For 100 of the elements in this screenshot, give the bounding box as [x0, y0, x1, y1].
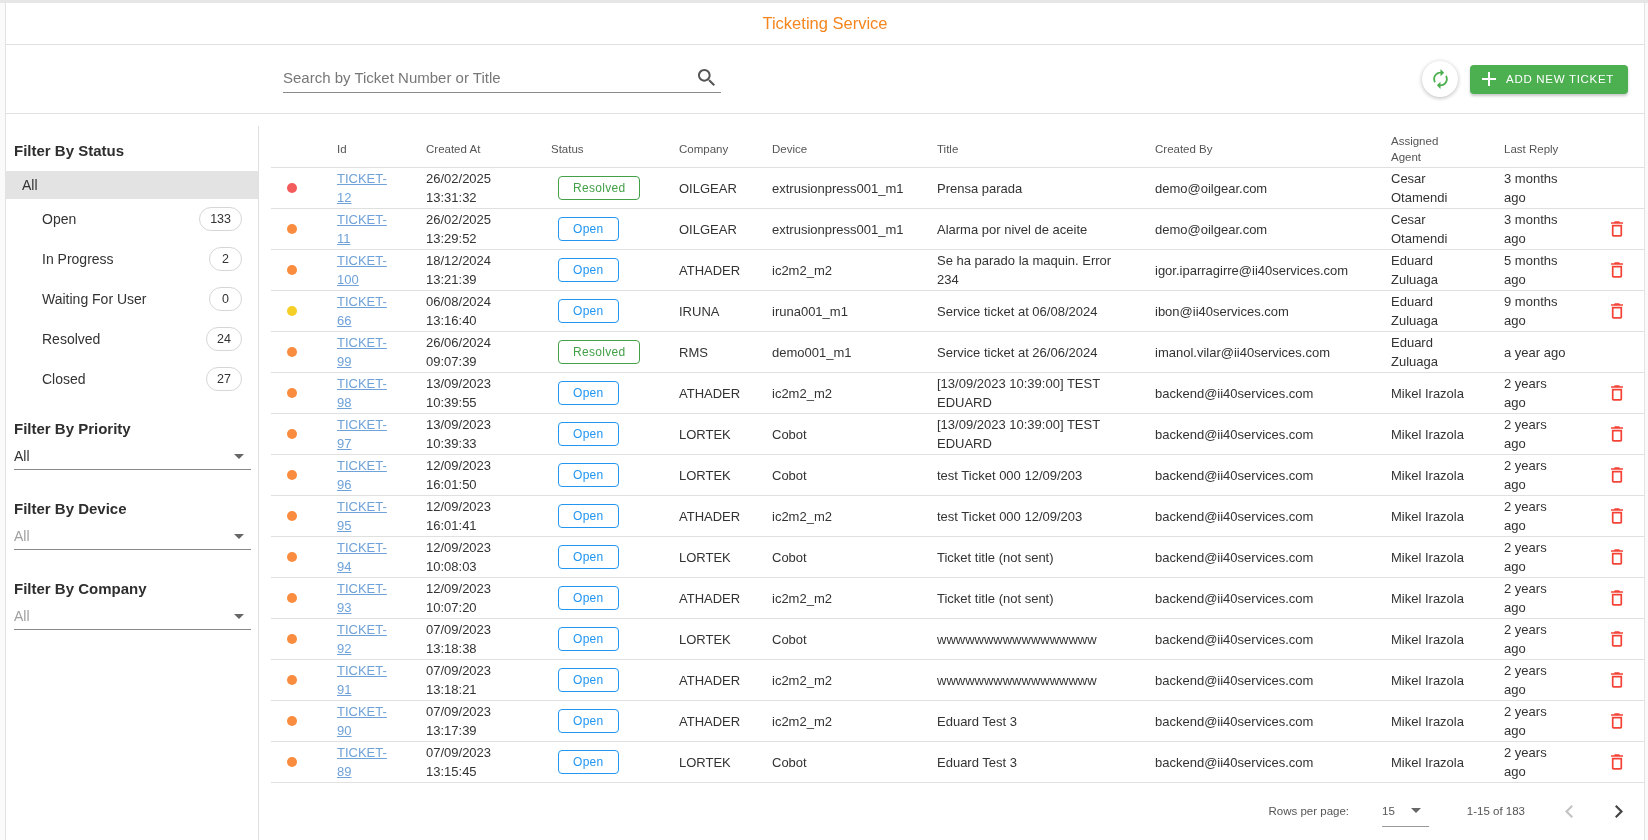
table-cell-text: 2 years ago — [1504, 375, 1548, 412]
table-cell-text: Eduard Zuluaga — [1391, 252, 1439, 289]
table-cell-text: Cesar Otamendi — [1391, 170, 1449, 207]
table-cell-text: Mikel Irazola — [1391, 466, 1464, 485]
page-range: 1-15 of 183 — [1466, 805, 1525, 817]
filter-heading: Filter By Company — [14, 579, 148, 599]
table-cell-text: test Ticket 000 12/09/203 — [937, 466, 1083, 485]
filter-select[interactable]: All — [14, 445, 251, 470]
app-title: Ticketing Service — [762, 14, 888, 33]
table-cell-text: 07/09/2023 13:17:39 — [426, 703, 493, 740]
column-header: Title — [937, 141, 959, 157]
trash-icon[interactable] — [1611, 549, 1623, 565]
search-icon[interactable] — [698, 69, 715, 86]
add-ticket-button[interactable]: ADD NEW TICKET — [1470, 64, 1628, 94]
trash-icon[interactable] — [1611, 713, 1623, 729]
ticket-link[interactable]: TICKET-66 — [337, 292, 397, 330]
table-cell-text: Mikel Irazola — [1391, 425, 1464, 444]
table-cell-text: Cesar Otamendi — [1391, 211, 1449, 248]
status-badge: Open — [558, 586, 619, 610]
caret-icon — [234, 533, 244, 539]
ticket-link[interactable]: TICKET-11 — [337, 210, 397, 248]
table-cell-text: 2 years ago — [1504, 580, 1548, 617]
table-cell-text: LORTEK — [679, 753, 731, 772]
table-cell-text: Eduard Test 3 — [937, 753, 1017, 772]
trash-icon[interactable] — [1611, 754, 1623, 770]
ticket-link[interactable]: TICKET-99 — [337, 333, 397, 371]
column-header: Assigned Agent — [1391, 133, 1440, 165]
status-badge: Open — [558, 217, 619, 241]
search-field[interactable]: Search by Ticket Number or Title — [283, 63, 721, 93]
ticket-link[interactable]: TICKET-97 — [337, 415, 397, 453]
table-cell-text: ATHADER — [679, 507, 741, 526]
table-cell-text: backend@ii40services.com — [1155, 507, 1314, 526]
table-cell-text: igor.iparragirre@ii40services.com — [1155, 261, 1349, 280]
rows-per-page-select[interactable]: 15 — [1382, 795, 1429, 827]
column-header: Company — [679, 141, 729, 157]
table-cell-text: ic2m2_m2 — [772, 589, 832, 608]
ticket-link[interactable]: TICKET-91 — [337, 661, 397, 699]
status-filter-item[interactable]: Resolved 24 — [6, 319, 258, 359]
refresh-button[interactable] — [1422, 61, 1458, 97]
chevron-right-icon[interactable] — [1615, 804, 1623, 818]
table-cell-text: 06/08/2024 13:16:40 — [426, 293, 493, 330]
trash-icon[interactable] — [1611, 508, 1623, 524]
table-cell-text: Mikel Irazola — [1391, 630, 1464, 649]
table-cell-text: wwwwwwwwwwwwwwwww — [937, 671, 1097, 690]
table-cell-text: RMS — [679, 343, 708, 362]
trash-icon[interactable] — [1611, 385, 1623, 401]
filter-select[interactable]: All — [14, 605, 251, 630]
status-filter-item[interactable]: All — [6, 171, 258, 199]
table-cell-text: ATHADER — [679, 589, 741, 608]
table-cell-text: ibon@ii40services.com — [1155, 302, 1289, 321]
table-cell-text: iruna001_m1 — [772, 302, 848, 321]
trash-icon[interactable] — [1611, 262, 1623, 278]
table-cell-text: backend@ii40services.com — [1155, 466, 1314, 485]
filter-select[interactable]: All — [14, 525, 251, 550]
ticket-link[interactable]: TICKET-94 — [337, 538, 397, 576]
column-header: Id — [337, 141, 347, 157]
status-filter-item[interactable]: Closed 27 — [6, 359, 258, 399]
table-cell-text: 5 months ago — [1504, 252, 1559, 289]
table-cell-text: Mikel Irazola — [1391, 712, 1464, 731]
status-badge: Resolved — [558, 340, 641, 364]
refresh-icon — [1432, 69, 1448, 89]
ticket-link[interactable]: TICKET-92 — [337, 620, 397, 658]
table-cell-text: backend@ii40services.com — [1155, 671, 1314, 690]
trash-icon[interactable] — [1611, 426, 1623, 442]
status-badge: Open — [558, 258, 619, 282]
ticket-link[interactable]: TICKET-93 — [337, 579, 397, 617]
status-filter-item[interactable]: In Progress 2 — [6, 239, 258, 279]
ticket-link[interactable]: TICKET-12 — [337, 169, 397, 207]
column-header: Device — [772, 141, 808, 157]
trash-icon[interactable] — [1611, 631, 1623, 647]
table-cell-text: backend@ii40services.com — [1155, 548, 1314, 567]
ticket-link[interactable]: TICKET-100 — [337, 251, 397, 289]
table-cell-text: Cobot — [772, 753, 807, 772]
table-cell-text: Cobot — [772, 466, 807, 485]
ticket-link[interactable]: TICKET-98 — [337, 374, 397, 412]
ticket-link[interactable]: TICKET-90 — [337, 702, 397, 740]
table-cell-text: 07/09/2023 13:18:38 — [426, 621, 493, 658]
ticket-link[interactable]: TICKET-89 — [337, 743, 397, 781]
table-cell-text: Ticket title (not sent) — [937, 548, 1054, 567]
ticket-link[interactable]: TICKET-95 — [337, 497, 397, 535]
status-badge: Open — [558, 381, 619, 405]
status-badge: Open — [558, 750, 619, 774]
trash-icon[interactable] — [1611, 221, 1623, 237]
table-cell-text: demo@oilgear.com — [1155, 220, 1268, 239]
trash-icon[interactable] — [1611, 467, 1623, 483]
ticket-link[interactable]: TICKET-96 — [337, 456, 397, 494]
status-badge: Open — [558, 422, 619, 446]
rows-per-page-label: Rows per page: — [1268, 805, 1349, 817]
status-badge: Open — [558, 504, 619, 528]
trash-icon[interactable] — [1611, 672, 1623, 688]
status-filter-item[interactable]: Open 133 — [6, 199, 258, 239]
caret-icon — [1410, 808, 1421, 813]
table-cell-text: backend@ii40services.com — [1155, 425, 1314, 444]
status-badge: Open — [558, 709, 619, 733]
trash-icon[interactable] — [1611, 303, 1623, 319]
table-cell-text: 26/06/2024 09:07:39 — [426, 334, 493, 371]
status-filter-item[interactable]: Waiting For User 0 — [6, 279, 258, 319]
table-cell-text: backend@ii40services.com — [1155, 384, 1314, 403]
trash-icon[interactable] — [1611, 590, 1623, 606]
table-cell-text: ic2m2_m2 — [772, 507, 832, 526]
